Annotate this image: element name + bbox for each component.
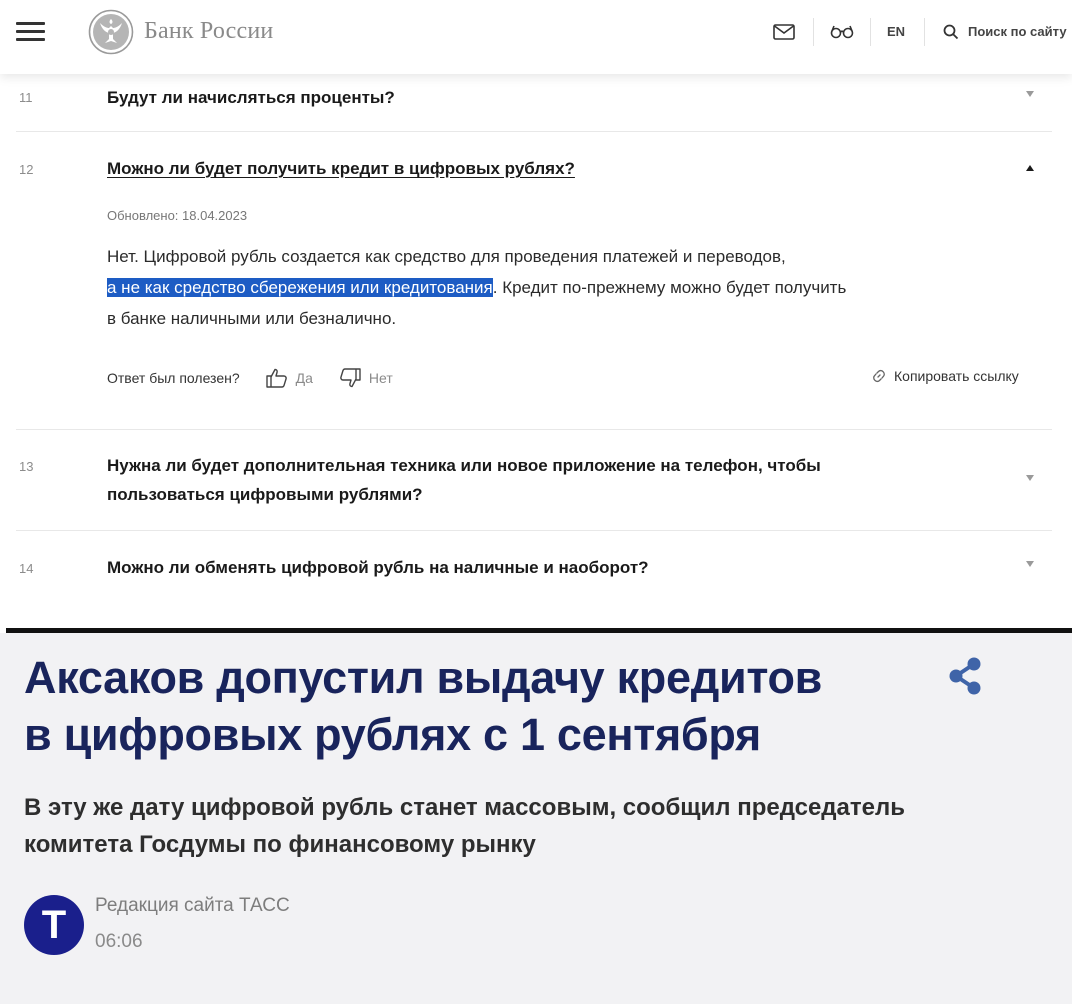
faq-item[interactable]: 14 Можно ли обменять цифровой рубль на н… — [16, 531, 1052, 628]
highlighted-text: а не как средство сбережения или кредито… — [107, 278, 493, 297]
emblem-icon[interactable] — [88, 9, 134, 55]
faq-question-line[interactable]: пользоваться цифровыми рублями? — [107, 480, 423, 509]
faq-item[interactable]: 13 Нужна ли будет дополнительная техника… — [16, 430, 1052, 531]
header-separator — [870, 18, 871, 46]
thumbs-down-icon — [340, 368, 361, 388]
logo-text[interactable]: Банк России — [144, 18, 273, 45]
publish-time: 06:06 — [95, 931, 143, 952]
lead-line: В эту же дату цифровой рубль станет масс… — [24, 794, 905, 821]
headline-line: в цифровых рублях с 1 сентября — [24, 709, 761, 760]
feedback-label: Ответ был полезен? — [107, 370, 240, 386]
faq-question[interactable]: Можно ли обменять цифровой рубль на нали… — [107, 553, 649, 582]
faq-number: 12 — [19, 162, 34, 177]
no-label: Нет — [368, 370, 393, 386]
avatar-letter: Т — [41, 903, 67, 947]
link-icon — [873, 369, 885, 383]
tass-article: Аксаков допустил выдачу кредитов в цифро… — [0, 633, 1072, 1004]
faq-question-line[interactable]: Нужна ли будет дополнительная техника ил… — [107, 451, 821, 480]
faq-number: 11 — [19, 90, 33, 105]
header-separator — [924, 18, 925, 46]
chevron-down-icon[interactable] — [1026, 475, 1034, 481]
headline-line: Аксаков допустил выдачу кредитов — [24, 652, 823, 703]
share-icon[interactable] — [944, 655, 986, 697]
answer-text: . Кредит по-прежнему можно будет получит… — [492, 278, 847, 297]
language-switch[interactable]: EN — [887, 24, 905, 39]
glasses-icon[interactable] — [829, 20, 855, 44]
chevron-up-icon[interactable] — [1026, 165, 1034, 171]
dislike-button[interactable]: Нет — [339, 368, 393, 388]
faq-answer: Нет. Цифровой рубль создается как средст… — [107, 241, 1007, 334]
search-icon[interactable] — [942, 20, 960, 44]
copy-link-button[interactable]: Копировать ссылку — [872, 368, 1019, 384]
answer-line: в банке наличными или безналично. — [107, 309, 397, 328]
article-headline: Аксаков допустил выдачу кредитов в цифро… — [24, 649, 924, 763]
search-link[interactable]: Поиск по сайту — [968, 24, 1067, 39]
cbr-page: Банк России EN Поиск по сайту 11 Будут л… — [0, 0, 1072, 628]
chevron-down-icon[interactable] — [1026, 561, 1034, 567]
lead-line: комитета Госдумы по финансовому рынку — [24, 831, 536, 858]
answer-line: а не как средство сбережения или кредито… — [107, 272, 1007, 303]
faq-question[interactable]: Будут ли начисляться проценты? — [107, 83, 395, 112]
thumbs-up-icon — [265, 368, 287, 388]
article-lead: В эту же дату цифровой рубль станет масс… — [24, 789, 1004, 863]
author-name[interactable]: Редакция сайта ТАСС — [95, 895, 290, 917]
menu-icon[interactable] — [16, 20, 46, 44]
site-header: Банк России EN Поиск по сайту — [0, 0, 1072, 74]
feedback-bar: Ответ был полезен? Да Нет — [107, 368, 393, 388]
faq-number: 13 — [19, 459, 34, 474]
faq-item[interactable]: 11 Будут ли начисляться проценты? — [16, 74, 1052, 132]
mail-icon[interactable] — [772, 20, 796, 44]
header-separator — [813, 18, 814, 46]
yes-label: Да — [295, 370, 313, 386]
chevron-down-icon[interactable] — [1026, 91, 1034, 97]
avatar[interactable]: Т — [24, 895, 84, 955]
answer-line: Нет. Цифровой рубль создается как средст… — [107, 247, 786, 266]
like-button[interactable]: Да — [265, 368, 313, 388]
copy-link-label: Копировать ссылку — [894, 368, 1019, 384]
faq-number: 14 — [19, 561, 34, 576]
faq-question[interactable]: Можно ли будет получить кредит в цифровы… — [107, 154, 575, 183]
updated-date: Обновлено: 18.04.2023 — [107, 208, 248, 223]
